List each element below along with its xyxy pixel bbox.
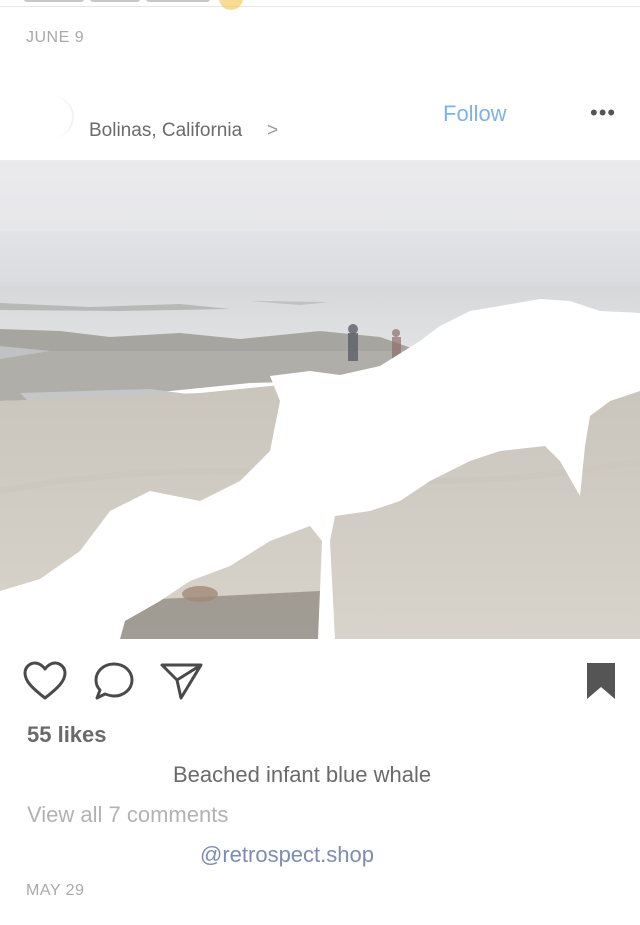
action-bar	[0, 660, 640, 706]
send-icon[interactable]	[159, 660, 205, 707]
previous-username-cut	[24, 0, 214, 6]
beach-photo-image	[0, 161, 640, 639]
previous-post-date: JUNE 9	[26, 29, 85, 46]
heart-icon[interactable]	[22, 660, 68, 707]
post-location[interactable]: Bolinas, California	[89, 120, 242, 142]
bookmark-icon[interactable]	[584, 660, 618, 707]
view-all-comments-link[interactable]: View all 7 comments	[27, 802, 228, 828]
emoji-icon	[219, 0, 243, 10]
avatar[interactable]	[30, 96, 74, 138]
comment-icon[interactable]	[92, 660, 136, 707]
post-header: Bolinas, California > Follow •••	[0, 88, 640, 161]
more-options-icon[interactable]: •••	[590, 100, 616, 126]
post-photo[interactable]	[0, 161, 640, 639]
post-date: MAY 29	[26, 882, 85, 899]
mention-link[interactable]: @retrospect.shop	[200, 842, 374, 868]
post-caption: Beached infant blue whale	[173, 762, 432, 787]
likes-count[interactable]: 55 likes	[27, 722, 107, 748]
chevron-right-icon: >	[267, 120, 279, 141]
follow-button[interactable]: Follow	[443, 101, 507, 127]
